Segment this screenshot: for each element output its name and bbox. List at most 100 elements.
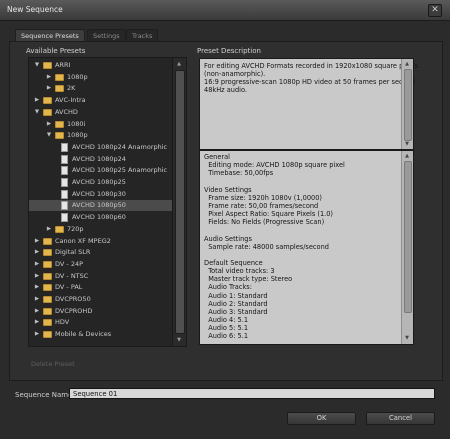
tree-item-label: 2K <box>67 84 76 93</box>
expand-down-icon[interactable]: ▼ <box>45 130 53 141</box>
scroll-up-icon[interactable]: ▲ <box>175 60 183 68</box>
tree-item-label: AVCHD 1080p25 Anamorphic <box>72 166 168 175</box>
tree-item-label: DVCPROHD <box>55 306 93 315</box>
tree-item-label: DV - 24P <box>55 259 84 268</box>
expand-right-icon[interactable]: ▶ <box>33 247 41 258</box>
scroll-down-icon[interactable]: ▼ <box>403 334 411 342</box>
description-scroll-thumb[interactable] <box>404 69 412 141</box>
description-line: (non-anamorphic). <box>204 70 266 78</box>
delete-preset-button[interactable]: Delete Preset <box>31 360 75 368</box>
folder-icon <box>43 272 52 280</box>
tree-folder-item[interactable]: ▶ DV - PAL <box>29 282 172 293</box>
tree-item-label: DV - PAL <box>55 283 83 292</box>
preset-file-icon <box>61 154 68 164</box>
tree-preset-item[interactable]: AVCHD 1080p25 <box>29 177 172 188</box>
expand-down-icon[interactable]: ▼ <box>33 107 41 118</box>
details-line: Audio 2: Standard <box>204 299 268 308</box>
tree-preset-item[interactable]: AVCHD 1080p60 <box>29 212 172 223</box>
expand-right-icon[interactable]: ▶ <box>45 119 53 130</box>
tree-item-label: Canon XF MPEG2 <box>55 236 111 245</box>
folder-icon <box>43 237 52 245</box>
description-scrollbar[interactable]: ▲ ▼ <box>401 59 413 149</box>
expand-right-icon[interactable]: ▶ <box>45 83 53 94</box>
folder-icon <box>43 260 52 268</box>
scroll-up-icon[interactable]: ▲ <box>403 152 411 160</box>
window-title: New Sequence <box>7 5 63 14</box>
details-line: Audio 1: Standard <box>204 291 268 300</box>
tree-folder-item[interactable]: ▶ Canon XF MPEG2 <box>29 236 172 247</box>
preset-file-icon <box>61 166 68 176</box>
tree-folder-item[interactable]: ▶ 2K <box>29 83 172 94</box>
tree-preset-item[interactable]: AVCHD 1080p25 Anamorphic <box>29 165 172 176</box>
details-line: Audio 5: 5.1 <box>204 324 249 333</box>
folder-icon <box>55 132 64 140</box>
tree-folder-item[interactable]: ▶ DVCPROHD <box>29 306 172 317</box>
folder-icon <box>43 319 52 327</box>
tree-folder-item[interactable]: ▶ DV - NTSC <box>29 271 172 282</box>
tree-item-label: AVC-Intra <box>55 96 86 105</box>
close-icon: ✕ <box>431 5 439 15</box>
details-line: Default Sequence <box>204 258 263 267</box>
expand-right-icon[interactable]: ▶ <box>33 282 41 293</box>
tree-preset-item[interactable]: AVCHD 1080p24 Anamorphic <box>29 142 172 153</box>
expand-right-icon[interactable]: ▶ <box>33 329 41 340</box>
tree-folder-item[interactable]: ▼ AVCHD <box>29 107 172 118</box>
tree-folder-item[interactable]: ▶ 1080p <box>29 72 172 83</box>
tree-folder-item[interactable]: ▼ 1080p <box>29 130 172 141</box>
expand-right-icon[interactable]: ▶ <box>33 306 41 317</box>
tree-folder-item[interactable]: ▶ DV - 24P <box>29 259 172 270</box>
tree-folder-item[interactable]: ▶ Digital SLR <box>29 247 172 258</box>
close-button[interactable]: ✕ <box>428 4 442 17</box>
details-line: Audio 4: 5.1 <box>204 316 249 324</box>
tree-scroll-thumb[interactable] <box>175 70 185 334</box>
tree-preset-item[interactable]: AVCHD 1080p30 <box>29 189 172 200</box>
tree-folder-item[interactable]: ▶ 720p <box>29 224 172 235</box>
expand-right-icon[interactable]: ▶ <box>33 236 41 247</box>
presets-tree: ▼ ARRI ▶ 1080p ▶ 2K ▶ AVC-Intra ▼ AVCHD ▶ 1080i ▼ 108… <box>28 57 187 347</box>
tree-folder-item[interactable]: ▶ DVCPRO50 <box>29 294 172 305</box>
sequence-name-input[interactable] <box>69 388 435 399</box>
tree-folder-item[interactable]: ▶ HDV <box>29 317 172 328</box>
tree-folder-item[interactable]: ▶ Mobile & Devices <box>29 329 172 340</box>
preset-file-icon <box>61 201 68 211</box>
folder-icon <box>55 85 64 93</box>
details-scrollbar[interactable]: ▲ ▼ <box>401 151 413 344</box>
expand-right-icon[interactable]: ▶ <box>33 259 41 270</box>
details-line: Frame size: 1920h 1080v (1,0000) <box>204 193 322 202</box>
details-line: Editing mode: AVCHD 1080p square pixel <box>204 161 345 170</box>
tree-scrollbar[interactable]: ▲ ▼ <box>172 58 186 346</box>
scroll-down-icon[interactable]: ▼ <box>175 336 183 344</box>
expand-right-icon[interactable]: ▶ <box>33 317 41 328</box>
expand-right-icon[interactable]: ▶ <box>33 294 41 305</box>
preset-file-icon <box>61 213 68 223</box>
folder-icon <box>43 249 52 257</box>
details-line: Pixel Aspect Ratio: Square Pixels (1.0) <box>204 210 334 219</box>
folder-icon <box>43 296 52 303</box>
tree-preset-item[interactable]: AVCHD 1080p24 <box>29 154 172 165</box>
tree-folder-item[interactable]: ▶ 1080i <box>29 119 172 130</box>
expand-down-icon[interactable]: ▼ <box>33 60 41 71</box>
tree-folder-item[interactable]: ▼ ARRI <box>29 60 172 71</box>
tree-folder-item[interactable]: ▶ AVC-Intra <box>29 95 172 106</box>
ok-button[interactable]: OK <box>287 412 356 425</box>
preset-file-icon <box>61 142 68 152</box>
expand-right-icon[interactable]: ▶ <box>45 72 53 83</box>
expand-right-icon[interactable]: ▶ <box>45 224 53 235</box>
folder-icon <box>43 62 52 69</box>
tree-preset-item[interactable]: AVCHD 1080p50 <box>29 200 172 212</box>
details-line: Video Settings <box>204 185 252 194</box>
folder-icon <box>55 73 64 81</box>
tree-item-label: ARRI <box>55 61 71 69</box>
scroll-down-icon[interactable]: ▼ <box>403 140 411 148</box>
tree-item-label: AVCHD 1080p25 <box>72 178 126 186</box>
tree-item-label: AVCHD <box>55 107 78 116</box>
details-scroll-thumb[interactable] <box>404 161 412 313</box>
cancel-button[interactable]: Cancel <box>366 412 435 425</box>
expand-right-icon[interactable]: ▶ <box>33 95 41 106</box>
preset-details-text: General Editing mode: AVCHD 1080p square… <box>199 150 414 345</box>
preset-file-icon <box>61 189 68 199</box>
expand-right-icon[interactable]: ▶ <box>33 271 41 282</box>
details-line: Audio Tracks: <box>204 283 252 292</box>
scroll-up-icon[interactable]: ▲ <box>403 60 411 68</box>
folder-icon <box>43 331 52 339</box>
